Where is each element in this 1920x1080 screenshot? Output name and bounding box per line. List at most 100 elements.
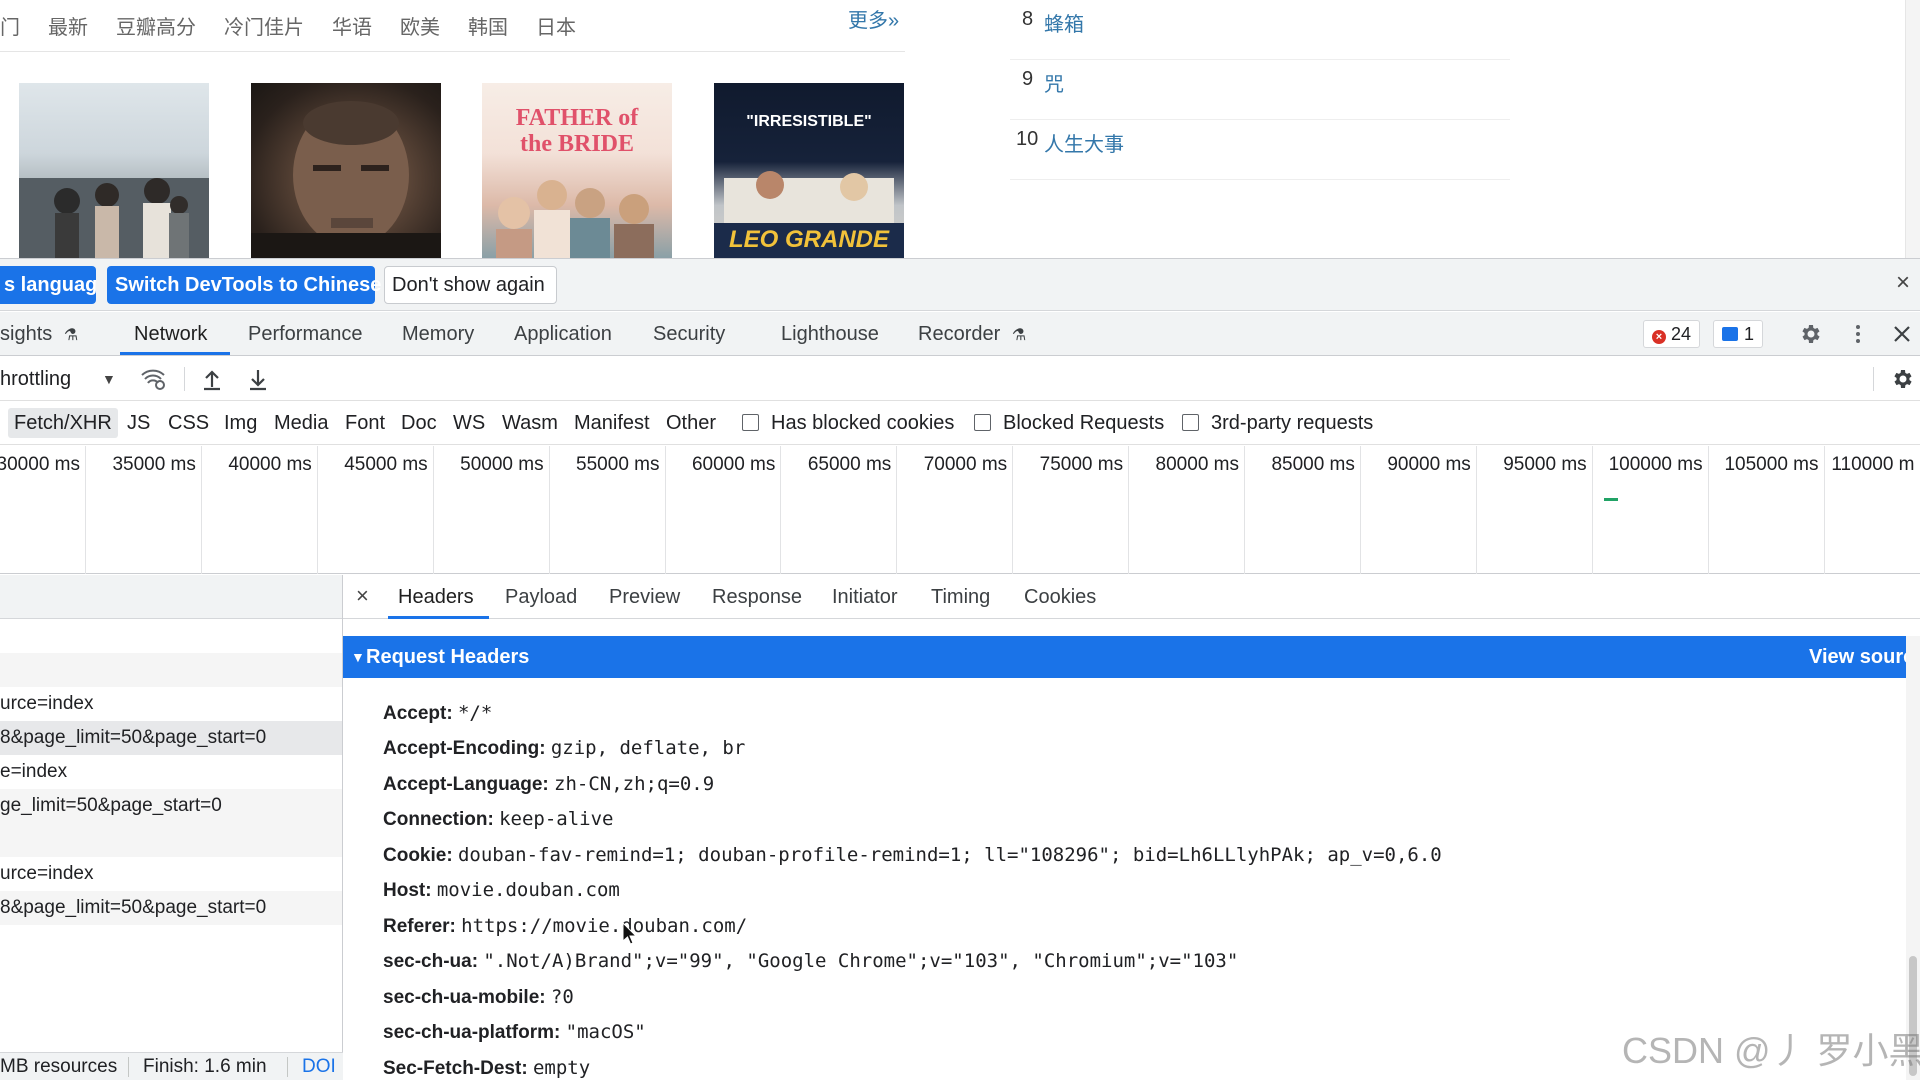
more-link[interactable]: 更多» <box>848 4 899 33</box>
timeline-tick-label: 85000 ms <box>1271 454 1355 475</box>
dropdown-arrow-icon[interactable]: ▼ <box>102 357 116 401</box>
throttling-select[interactable]: hrottling <box>0 357 71 401</box>
network-overview-timeline[interactable]: 30000 ms 35000 ms 40000 ms 45000 ms 50000 ms… <box>0 446 1920 574</box>
request-headers-section-header[interactable]: ▼ Request Headers View sourc <box>343 636 1914 678</box>
filter-doc[interactable]: Doc <box>401 401 437 445</box>
import-har-icon[interactable] <box>198 365 226 393</box>
request-list: urce=index 8&page_limit=50&page_start=0 … <box>0 575 343 1080</box>
more-options-icon[interactable] <box>1844 320 1872 348</box>
tab-memory[interactable]: Memory <box>402 312 474 356</box>
blocked-requests-checkbox[interactable] <box>974 414 991 431</box>
error-count-badge[interactable]: × 24 <box>1643 320 1701 348</box>
filter-fetch-xhr[interactable]: Fetch/XHR <box>8 408 118 438</box>
rank-title-link[interactable]: 人生大事 <box>1044 128 1124 157</box>
has-blocked-cookies-checkbox[interactable] <box>742 414 759 431</box>
header-row: sec-ch-ua-mobile: ?0 <box>383 980 574 1014</box>
dont-show-again-button[interactable]: Don't show again <box>384 266 557 304</box>
request-row[interactable]: 8&page_limit=50&page_start=0 <box>0 891 342 925</box>
genre-tab[interactable]: 门 <box>0 11 20 40</box>
close-devtools-icon[interactable] <box>1888 320 1916 348</box>
movie-poster-1[interactable] <box>19 83 209 258</box>
triangle-down-icon[interactable]: ▼ <box>351 636 365 678</box>
header-name: Host: <box>383 880 432 901</box>
timeline-request-mark <box>1604 498 1618 501</box>
tab-headers[interactable]: Headers <box>398 575 474 619</box>
banner-close-icon[interactable]: × <box>1896 269 1910 297</box>
request-row[interactable] <box>0 653 342 687</box>
network-settings-gear-icon[interactable] <box>1888 365 1916 393</box>
filter-wasm[interactable]: Wasm <box>502 401 558 445</box>
timeline-tick-label: 95000 ms <box>1503 454 1587 475</box>
tab-cookies[interactable]: Cookies <box>1024 575 1096 619</box>
timeline-tick-label: 60000 ms <box>691 454 776 475</box>
movie-poster-3[interactable]: FATHER of the BRIDE <box>482 83 672 258</box>
filter-manifest[interactable]: Manifest <box>574 401 650 445</box>
header-value: douban-fav-remind=1; douban-profile-remi… <box>457 844 1442 866</box>
movie-poster-2[interactable] <box>251 83 441 258</box>
genre-tab-top-rated[interactable]: 豆瓣高分 <box>116 11 196 40</box>
timeline-tick-label: 105000 ms <box>1724 454 1819 475</box>
header-value: keep-alive <box>499 808 614 830</box>
request-row[interactable]: ge_limit=50&page_start=0 <box>0 789 342 823</box>
request-row-selected[interactable]: 8&page_limit=50&page_start=0 <box>0 721 342 755</box>
genre-tab-japanese[interactable]: 日本 <box>536 11 576 40</box>
ranking-item[interactable]: 10 人生大事 <box>1010 120 1510 180</box>
tab-security[interactable]: Security <box>653 312 725 356</box>
filter-font[interactable]: Font <box>345 401 385 445</box>
close-detail-icon[interactable]: × <box>356 575 369 617</box>
timeline-tick-label: 90000 ms <box>1387 454 1471 475</box>
tab-lighthouse[interactable]: Lighthouse <box>781 312 879 356</box>
ranking-item[interactable]: 9 咒 <box>1010 60 1510 120</box>
view-source-link[interactable]: View sourc <box>1809 636 1914 678</box>
filter-js[interactable]: JS <box>127 401 150 445</box>
genre-tab-hidden-gems[interactable]: 冷门佳片 <box>224 11 304 40</box>
movie-poster-4[interactable]: "IRRESISTIBLE" LEO GRANDE <box>714 83 904 258</box>
ranking-item[interactable]: 8 蜂箱 <box>1010 0 1510 60</box>
filter-css[interactable]: CSS <box>168 401 209 445</box>
genre-tab-latest[interactable]: 最新 <box>48 11 88 40</box>
export-har-icon[interactable] <box>244 365 272 393</box>
tab-recorder[interactable]: Recorder ⚗ <box>918 312 1026 356</box>
section-title: Request Headers <box>366 646 530 668</box>
rank-title-link[interactable]: 蜂箱 <box>1044 8 1084 37</box>
has-blocked-cookies-label: Has blocked cookies <box>771 412 955 434</box>
header-name: Referer: <box>383 916 456 937</box>
always-match-language-button[interactable]: s language <box>0 266 96 304</box>
detail-tabs: × Headers Payload Preview Response Initi… <box>343 575 1920 619</box>
tab-response[interactable]: Response <box>712 575 802 619</box>
switch-devtools-language-button[interactable]: Switch DevTools to Chinese <box>107 266 381 304</box>
network-toolbar: hrottling ▼ <box>0 357 1920 401</box>
filter-ws[interactable]: WS <box>453 401 485 445</box>
settings-gear-icon[interactable] <box>1796 320 1824 348</box>
tab-application[interactable]: Application <box>514 312 612 356</box>
tab-preview[interactable]: Preview <box>609 575 680 619</box>
request-row[interactable]: urce=index <box>0 857 342 891</box>
header-row: Host: movie.douban.com <box>383 873 620 907</box>
genre-tab-chinese[interactable]: 华语 <box>332 11 372 40</box>
message-count-badge[interactable]: 1 <box>1713 320 1764 348</box>
filter-other[interactable]: Other <box>666 401 716 445</box>
page-scrollbar[interactable] <box>1905 0 1920 258</box>
header-name: Sec-Fetch-Dest: <box>383 1058 528 1079</box>
request-row[interactable] <box>0 823 342 857</box>
tab-insights[interactable]: sights ⚗ <box>0 312 78 356</box>
tab-initiator[interactable]: Initiator <box>832 575 898 619</box>
filter-media[interactable]: Media <box>274 401 328 445</box>
genre-tab-western[interactable]: 欧美 <box>400 11 440 40</box>
request-row[interactable]: urce=index <box>0 687 342 721</box>
detail-scrollbar[interactable] <box>1906 636 1920 1080</box>
message-icon <box>1722 327 1738 341</box>
filter-img[interactable]: Img <box>224 401 257 445</box>
genre-tab-korean[interactable]: 韩国 <box>468 11 508 40</box>
network-conditions-icon[interactable] <box>140 365 168 393</box>
timeline-tick-label: 50000 ms <box>460 454 544 475</box>
third-party-requests-checkbox[interactable] <box>1182 414 1199 431</box>
tab-network[interactable]: Network <box>134 312 207 356</box>
request-row[interactable]: e=index <box>0 755 342 789</box>
tab-payload[interactable]: Payload <box>505 575 577 619</box>
rank-title-link[interactable]: 咒 <box>1044 68 1064 97</box>
tab-label: sights <box>0 323 53 345</box>
tab-performance[interactable]: Performance <box>248 312 363 356</box>
request-row[interactable] <box>0 619 342 653</box>
tab-timing[interactable]: Timing <box>931 575 990 619</box>
